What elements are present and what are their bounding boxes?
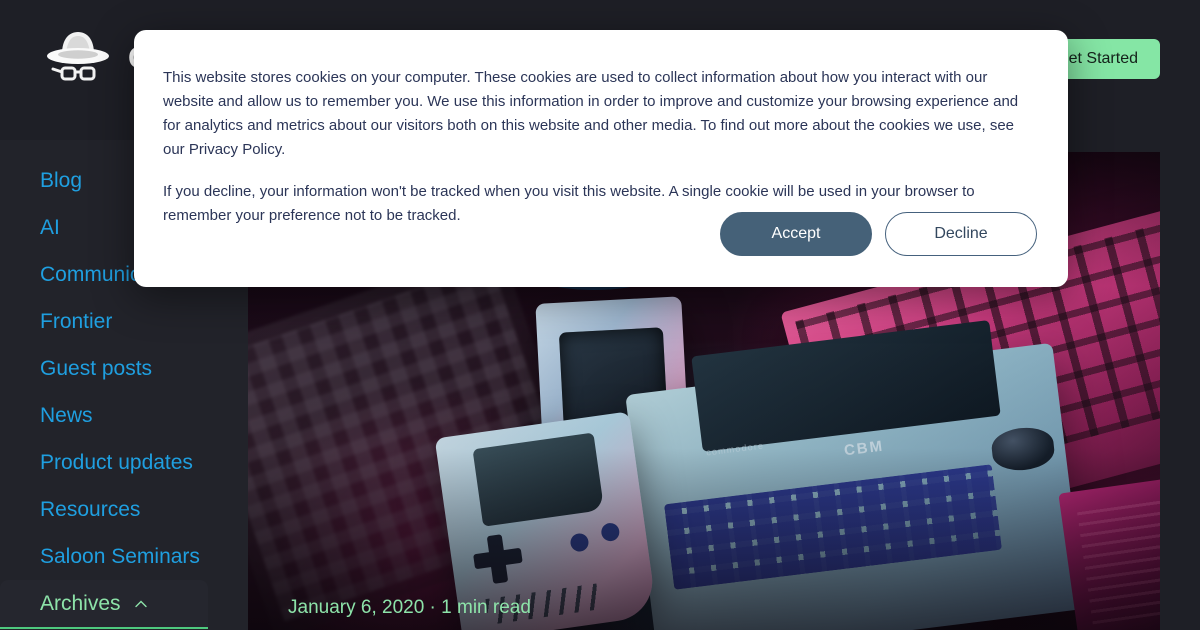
sidebar-item-label[interactable]: Saloon Seminars — [40, 545, 200, 569]
cookie-consent-dialog: This website stores cookies on your comp… — [134, 30, 1068, 287]
sidebar-item-archives[interactable]: Archives — [0, 580, 208, 629]
page-root: Gu Get Started Blog AI Communications Fr… — [0, 0, 1200, 630]
sidebar-item-label[interactable]: News — [40, 404, 93, 428]
accept-cookies-button[interactable]: Accept — [720, 212, 872, 256]
cookie-paragraph-primary-text: This website stores cookies on your comp… — [163, 69, 1019, 158]
sidebar-item-product-updates[interactable]: Product updates — [0, 439, 248, 486]
cookie-paragraph-primary-period: . — [281, 141, 286, 158]
sidebar-item-label[interactable]: Archives — [40, 592, 121, 616]
decline-cookies-button[interactable]: Decline — [885, 212, 1037, 256]
sidebar-item-label[interactable]: Blog — [40, 169, 82, 193]
cowboy-hat-glasses-logo-icon — [40, 28, 116, 88]
sidebar-item-label[interactable]: Guest posts — [40, 357, 152, 381]
chevron-up-icon — [133, 596, 149, 612]
sidebar-item-resources[interactable]: Resources — [0, 486, 248, 533]
sidebar-item-label[interactable]: Product updates — [40, 451, 193, 475]
cookie-paragraph-primary: This website stores cookies on your comp… — [163, 66, 1028, 162]
sidebar-item-label[interactable]: Frontier — [40, 310, 112, 334]
cookie-dialog-actions: Accept Decline — [720, 212, 1037, 256]
sidebar-item-saloon-seminars[interactable]: Saloon Seminars — [0, 533, 248, 580]
sidebar-item-guest-posts[interactable]: Guest posts — [0, 345, 248, 392]
sidebar-item-news[interactable]: News — [0, 392, 248, 439]
sidebar-item-frontier[interactable]: Frontier — [0, 298, 248, 345]
sidebar-item-label[interactable]: AI — [40, 216, 60, 240]
privacy-policy-link[interactable]: Privacy Policy — [189, 141, 281, 158]
article-meta: January 6, 2020 · 1 min read — [288, 597, 531, 618]
sidebar-item-label[interactable]: Resources — [40, 498, 140, 522]
